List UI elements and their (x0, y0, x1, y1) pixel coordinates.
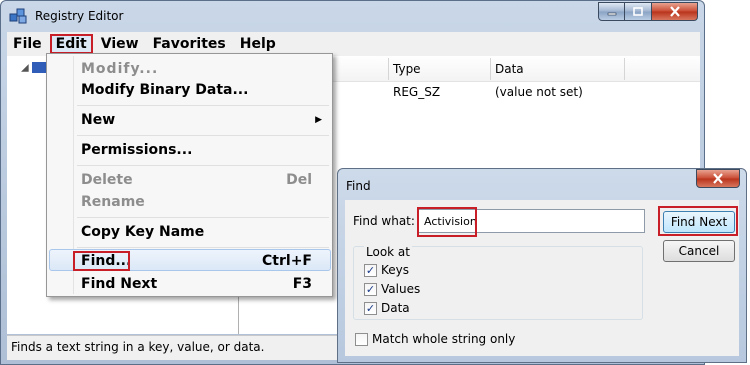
row-data-cell[interactable]: (value not set) (495, 85, 583, 99)
find-shortcut: Ctrl+F (262, 253, 312, 269)
close-icon (669, 6, 680, 17)
data-option[interactable]: ✓ Data (364, 301, 410, 315)
values-checkbox[interactable]: ✓ (364, 282, 377, 296)
window-controls (598, 2, 698, 21)
menu-file[interactable]: File (7, 34, 48, 54)
expand-arrow-icon[interactable]: ◢ (21, 63, 29, 74)
data-checkbox[interactable]: ✓ (364, 301, 377, 315)
row-type-cell[interactable]: REG_SZ (393, 85, 440, 99)
menu-view[interactable]: View (95, 34, 145, 54)
match-whole-label: Match whole string only (372, 332, 516, 346)
match-whole-checkbox[interactable] (355, 332, 368, 346)
menu-separator (77, 135, 329, 136)
maximize-icon (633, 7, 643, 16)
minimize-icon (607, 12, 616, 15)
column-data-header[interactable]: Data (491, 58, 625, 80)
menu-separator (77, 165, 329, 166)
find-dialog-title: Find (346, 179, 371, 193)
registry-cubes-icon (9, 6, 29, 24)
computer-icon (31, 62, 46, 73)
find-what-label: Find what: (353, 214, 415, 228)
find-what-highlight-box (417, 207, 477, 237)
find-next-shortcut: F3 (292, 276, 312, 292)
maximize-button[interactable] (625, 2, 652, 21)
keys-label: Keys (381, 263, 410, 277)
tree-root-node[interactable]: ◢ (21, 62, 46, 74)
find-next-highlight-box (658, 206, 738, 236)
find-dialog: Find Find what: Find Next Cancel Look at… (337, 168, 747, 363)
menu-separator (77, 105, 329, 106)
menu-item-copy-key-name[interactable]: Copy Key Name (81, 224, 204, 240)
menu-item-find-next[interactable]: Find Next (81, 276, 157, 292)
edit-menu-dropdown: Modify... Modify Binary Data... New ▶ Pe… (46, 53, 333, 297)
menu-help[interactable]: Help (234, 34, 282, 54)
match-whole-option[interactable]: Match whole string only (355, 332, 515, 346)
title-bar[interactable]: Registry Editor (1, 1, 704, 31)
delete-shortcut: Del (286, 172, 312, 188)
values-option[interactable]: ✓ Values (364, 282, 420, 296)
minimize-button[interactable] (598, 2, 625, 21)
close-icon (713, 173, 723, 184)
menu-item-permissions[interactable]: Permissions... (81, 142, 192, 158)
menu-item-new[interactable]: New (81, 112, 115, 128)
look-at-group: Look at ✓ Keys ✓ Values ✓ Data (353, 245, 643, 320)
data-label: Data (381, 301, 410, 315)
menu-item-delete[interactable]: Delete (81, 172, 133, 188)
menu-favorites[interactable]: Favorites (147, 34, 232, 54)
keys-checkbox[interactable]: ✓ (364, 263, 377, 277)
menu-item-modify[interactable]: Modify... (81, 61, 158, 77)
find-dialog-body: Find what: Find Next Cancel Look at ✓ Ke… (345, 200, 739, 356)
window-title: Registry Editor (35, 9, 124, 23)
find-close-button[interactable] (696, 169, 740, 188)
keys-option[interactable]: ✓ Keys (364, 263, 409, 277)
menu-separator (77, 247, 329, 248)
chevron-right-icon: ▶ (315, 115, 322, 125)
menu-item-rename[interactable]: Rename (81, 194, 145, 210)
menu-item-modify-binary[interactable]: Modify Binary Data... (81, 82, 248, 98)
menu-separator (77, 217, 329, 218)
column-type-header[interactable]: Type (389, 58, 491, 80)
values-label: Values (381, 282, 421, 296)
menu-edit[interactable]: Edit (49, 34, 93, 54)
cancel-button[interactable]: Cancel (663, 240, 735, 262)
find-item-highlight-box (73, 251, 130, 271)
look-at-label: Look at (364, 245, 412, 259)
close-button[interactable] (652, 2, 698, 21)
